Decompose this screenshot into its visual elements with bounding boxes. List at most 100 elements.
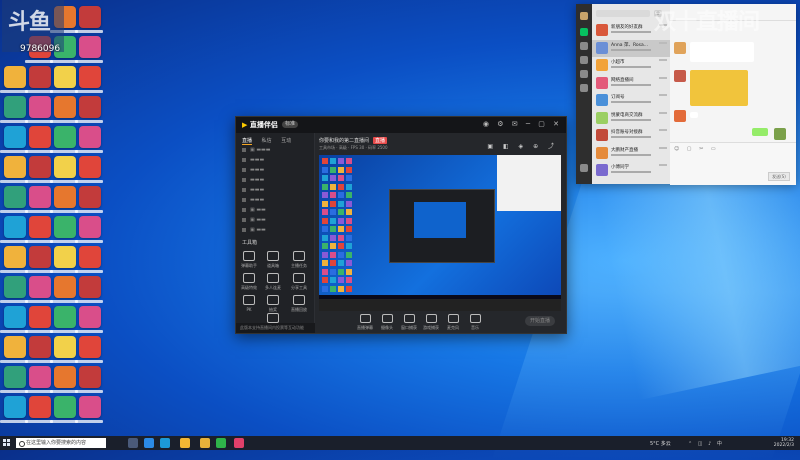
chat-list-item[interactable]: 抖音账号对接群 — [592, 127, 670, 144]
chat-icon[interactable] — [580, 28, 588, 36]
tool-share[interactable]: 分享工具 — [288, 273, 310, 291]
source-row[interactable]: ▬▬▬ — [242, 167, 308, 174]
desktop-shortcut-icon[interactable] — [29, 246, 51, 268]
desktop-shortcut-icon[interactable] — [29, 126, 51, 148]
start-button[interactable] — [3, 439, 11, 447]
clock[interactable]: 19:32 2022/2/3 — [774, 438, 794, 448]
desktop-shortcut-icon[interactable] — [29, 216, 51, 238]
weather-label[interactable]: 5°C 多云 — [650, 440, 671, 447]
desktop-shortcut-icon[interactable] — [79, 276, 101, 298]
panel-icons[interactable]: ▣ ◧ ◈ ⊕ ⤴ — [487, 141, 558, 150]
desktop-shortcut-icon[interactable] — [4, 336, 26, 358]
source-row[interactable]: ▣ ▬▬▬ — [242, 147, 308, 154]
tab-messages[interactable]: 私信 — [262, 138, 272, 144]
desktop-shortcut-icon[interactable] — [29, 96, 51, 118]
tab-live[interactable]: 直播 — [242, 138, 253, 145]
menu-icon[interactable] — [580, 164, 588, 172]
tool-multi[interactable]: 多人连麦 — [262, 273, 284, 291]
wechat-taskbar-icon[interactable] — [216, 438, 226, 448]
desktop-shortcut-icon[interactable] — [54, 66, 76, 88]
desktop-shortcut-icon[interactable] — [79, 6, 101, 28]
favorites-icon[interactable] — [580, 56, 588, 64]
desktop-shortcut-icon[interactable] — [79, 156, 101, 178]
desktop-shortcut-icon[interactable] — [4, 396, 26, 418]
tool-danmu[interactable]: 弹幕助手 — [238, 251, 260, 269]
desktop-shortcut-icon[interactable] — [54, 396, 76, 418]
danmu-button[interactable]: 直播弹幕 — [355, 314, 375, 331]
browser-icon[interactable] — [144, 438, 154, 448]
desktop-shortcut-icon[interactable] — [4, 276, 26, 298]
desktop-shortcut-icon[interactable] — [4, 246, 26, 268]
desktop-shortcut-icon[interactable] — [29, 186, 51, 208]
avatar[interactable] — [580, 12, 588, 20]
desktop-shortcut-icon[interactable] — [29, 396, 51, 418]
tool-tasks[interactable]: 主播任务 — [288, 251, 310, 269]
chat-list-item[interactable]: 订阅号 — [592, 92, 670, 109]
desktop-shortcut-icon[interactable] — [79, 366, 101, 388]
task-view-icon[interactable] — [128, 438, 138, 448]
game-capture-button[interactable]: 游戏捕获 — [421, 314, 441, 331]
mic-button[interactable]: 麦克风 — [443, 314, 463, 331]
desktop-shortcut-icon[interactable] — [54, 156, 76, 178]
desktop-shortcut-icon[interactable] — [79, 336, 101, 358]
desktop-shortcut-icon[interactable] — [4, 216, 26, 238]
source-row[interactable]: ▣ ▬▬ — [242, 217, 308, 224]
file-explorer-icon[interactable] — [180, 438, 190, 448]
desktop-shortcut-icon[interactable] — [79, 396, 101, 418]
audio-button[interactable]: 音乐 — [465, 314, 485, 331]
desktop-shortcut-icon[interactable] — [79, 36, 101, 58]
tool-effects[interactable]: 高级特效 — [238, 273, 260, 291]
tool-replay[interactable]: 直播回放 — [288, 295, 310, 313]
desktop-shortcut-icon[interactable] — [54, 336, 76, 358]
desktop-shortcut-icon[interactable] — [79, 246, 101, 268]
input-toolbar-icons[interactable]: ☺ ▢ ✂ ▭ — [674, 146, 719, 152]
tab-interact[interactable]: 互动 — [281, 138, 291, 144]
desktop-shortcut-icon[interactable] — [79, 186, 101, 208]
desktop-shortcut-icon[interactable] — [4, 186, 26, 208]
chat-list-item[interactable]: 网络直播间 — [592, 75, 670, 92]
chat-search-input[interactable] — [596, 10, 650, 17]
desktop-shortcut-icon[interactable] — [54, 186, 76, 208]
chat-list-item[interactable]: 大鹏财产直播 — [592, 145, 670, 162]
contacts-icon[interactable] — [580, 42, 588, 50]
image-message[interactable] — [690, 70, 748, 106]
window-controls[interactable]: ◉ ⚙ ✉ ─ ▢ ✕ — [483, 120, 562, 128]
chat-list-item[interactable]: 小超市 — [592, 57, 670, 74]
tool-pk[interactable]: PK — [238, 295, 260, 313]
desktop-shortcut-icon[interactable] — [29, 276, 51, 298]
desktop-shortcut-icon[interactable] — [79, 126, 101, 148]
desktop-shortcut-icon[interactable] — [79, 216, 101, 238]
chat-list-item[interactable]: Anna 萍、Rosa... — [592, 39, 670, 57]
app-taskbar-icon[interactable] — [234, 438, 244, 448]
desktop-shortcut-icon[interactable] — [54, 246, 76, 268]
desktop-shortcut-icon[interactable] — [29, 156, 51, 178]
source-row[interactable]: ▬▬▬ — [242, 177, 308, 184]
desktop-shortcut-icon[interactable] — [54, 126, 76, 148]
desktop-shortcut-icon[interactable] — [29, 366, 51, 388]
moments-icon[interactable] — [580, 84, 588, 92]
desktop-shortcut-icon[interactable] — [4, 66, 26, 88]
desktop-shortcut-icon[interactable] — [54, 306, 76, 328]
desktop-shortcut-icon[interactable] — [79, 306, 101, 328]
source-row[interactable]: ▣ ▬▬ — [242, 207, 308, 214]
send-button[interactable]: 发送(S) — [768, 172, 790, 181]
desktop-shortcut-icon[interactable] — [79, 66, 101, 88]
chat-list-item[interactable]: 悦蒙电商交流群 — [592, 110, 670, 127]
desktop-shortcut-icon[interactable] — [4, 96, 26, 118]
app-title-bar[interactable]: ▶ 直播伴侣 标准 ◉ ⚙ ✉ ─ ▢ ✕ — [236, 117, 566, 133]
chat-list-item[interactable]: 小傅同学 — [592, 162, 670, 179]
source-row[interactable]: ▣ ▬▬ — [242, 227, 308, 234]
edge-icon[interactable] — [160, 438, 170, 448]
streaming-app-taskbar-icon[interactable] — [200, 438, 210, 448]
tool-props[interactable]: 道具箱 — [262, 251, 284, 269]
desktop-shortcut-icon[interactable] — [4, 366, 26, 388]
desktop-shortcut-icon[interactable] — [4, 126, 26, 148]
desktop-shortcut-icon[interactable] — [4, 306, 26, 328]
desktop-shortcut-icon[interactable] — [54, 366, 76, 388]
source-row[interactable]: ▬▬▬ — [242, 157, 308, 164]
go-live-button[interactable]: 开始直播 — [525, 316, 555, 326]
desktop-shortcut-icon[interactable] — [79, 96, 101, 118]
room-title[interactable]: 你要和我的第二直播间 直播 — [319, 137, 388, 144]
sidebar-tabs[interactable]: 直播 私信 互动 — [242, 137, 299, 145]
desktop-shortcut-icon[interactable] — [4, 156, 26, 178]
